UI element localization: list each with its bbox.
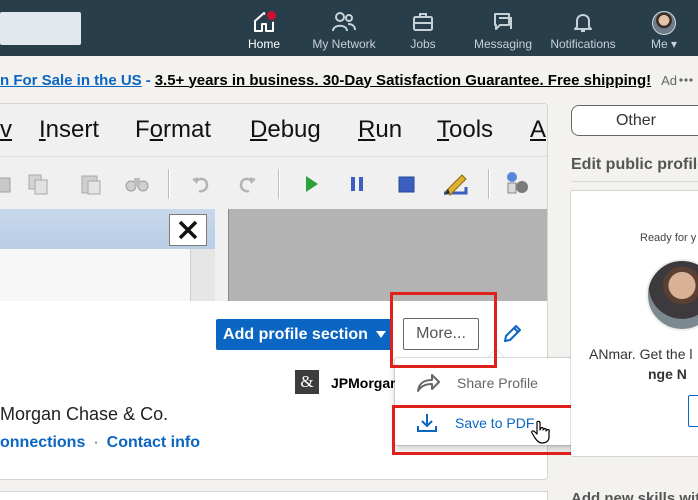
share-icon [417,374,440,392]
toolbar-separator [168,169,170,199]
ad-separator: - [145,71,151,89]
caret-down-icon [375,330,386,338]
add-profile-section-label: Add profile section [223,325,368,343]
project-explorer-icon [502,169,532,199]
design-mode-icon [440,169,470,199]
pause-icon [342,169,372,199]
nav-home-label: Home [247,37,280,51]
nav-me-label: Me [650,37,668,51]
add-profile-section-button[interactable]: Add profile section [216,319,393,350]
ad-text[interactable]: 3.5+ years in business. 30-Day Satisfact… [155,72,651,89]
menu-item-run: Run [358,116,403,143]
close-icon [169,214,207,246]
network-icon [332,12,356,32]
nav-notifications-label: Notifications [550,37,616,51]
undo-icon [186,169,216,199]
redo-icon [232,169,262,199]
contact-info-link[interactable]: Contact info [107,434,200,452]
app-panel-scrollbar [190,249,215,301]
promo-line-2: nge N [648,366,687,382]
ad-banner: n For Sale in the US - 3.5+ years in bus… [0,66,698,94]
promo-line-1: ANmar. Get the l [589,346,693,362]
next-section-card [0,492,547,500]
menu-item-debug: Debug [250,116,321,143]
profile-background-image: v Insert Format Debug Run Tools A [0,104,547,301]
promo-text: Ready for y [640,232,697,244]
share-profile-label: Share Profile [457,375,538,391]
app-toolbar [0,156,547,208]
separator-dot: · [93,434,99,451]
menu-item-insert: Insert [39,116,100,143]
nav-jobs[interactable]: Jobs [403,0,443,56]
top-nav: Home My Network Jobs Messaging Notificat… [0,0,698,56]
toolbar-separator [488,169,490,199]
briefcase-icon [413,13,433,31]
company-logo: & [295,370,319,394]
nav-messaging[interactable]: Messaging [472,0,534,56]
profile-links: onnections · Contact info [0,434,200,452]
nav-me[interactable]: Me ▾ [644,0,684,56]
current-company: Morgan Chase & Co. [0,404,169,424]
stop-icon [392,169,422,199]
menu-item-partial: v [0,116,12,143]
app-panel-left [0,209,215,301]
nav-me-label-wrap: Me ▾ [651,37,677,51]
edit-pencil-icon[interactable] [500,322,524,346]
connections-link[interactable]: onnections [0,434,85,452]
highlight-box-more [390,292,497,368]
toolbar-separator [278,169,280,199]
nav-notifications[interactable]: Notifications [547,0,619,56]
company-name[interactable]: JPMorgan [331,375,399,391]
copy-icon [23,169,53,199]
highlight-box-save-pdf [392,405,583,455]
nav-messaging-label: Messaging [473,37,533,51]
bell-icon [574,14,592,32]
app-panel-right [228,209,547,301]
search-input[interactable] [0,12,81,45]
run-icon [296,169,326,199]
menu-item-format: Format [135,116,212,143]
edit-public-profile-link[interactable]: Edit public profile [571,156,698,174]
hand-cursor-icon [531,420,551,449]
menu-item-tools: Tools [437,116,494,143]
paste-icon [76,169,106,199]
other-button[interactable]: Other [571,105,698,136]
app-panel-divider [215,209,228,301]
more-options-icon[interactable] [674,66,698,94]
chevron-down-icon: ▾ [670,37,678,51]
app-menu-bar: v Insert Format Debug Run Tools A [0,104,547,156]
divider [571,181,698,182]
notification-dot [265,9,278,22]
avatar [652,11,676,35]
nav-my-network[interactable]: My Network [306,0,382,56]
promo-button[interactable] [688,395,698,427]
nav-home[interactable]: Home [240,0,288,56]
toolbar-partial-icon [0,169,18,199]
find-icon [122,169,152,199]
menu-item-partial-a: A [530,116,547,143]
nav-jobs-label: Jobs [410,37,436,51]
ad-link[interactable]: n For Sale in the US [0,72,142,89]
nav-my-network-label: My Network [312,37,376,51]
messaging-icon [494,13,512,30]
add-skills-heading: Add new skills with [571,490,698,500]
